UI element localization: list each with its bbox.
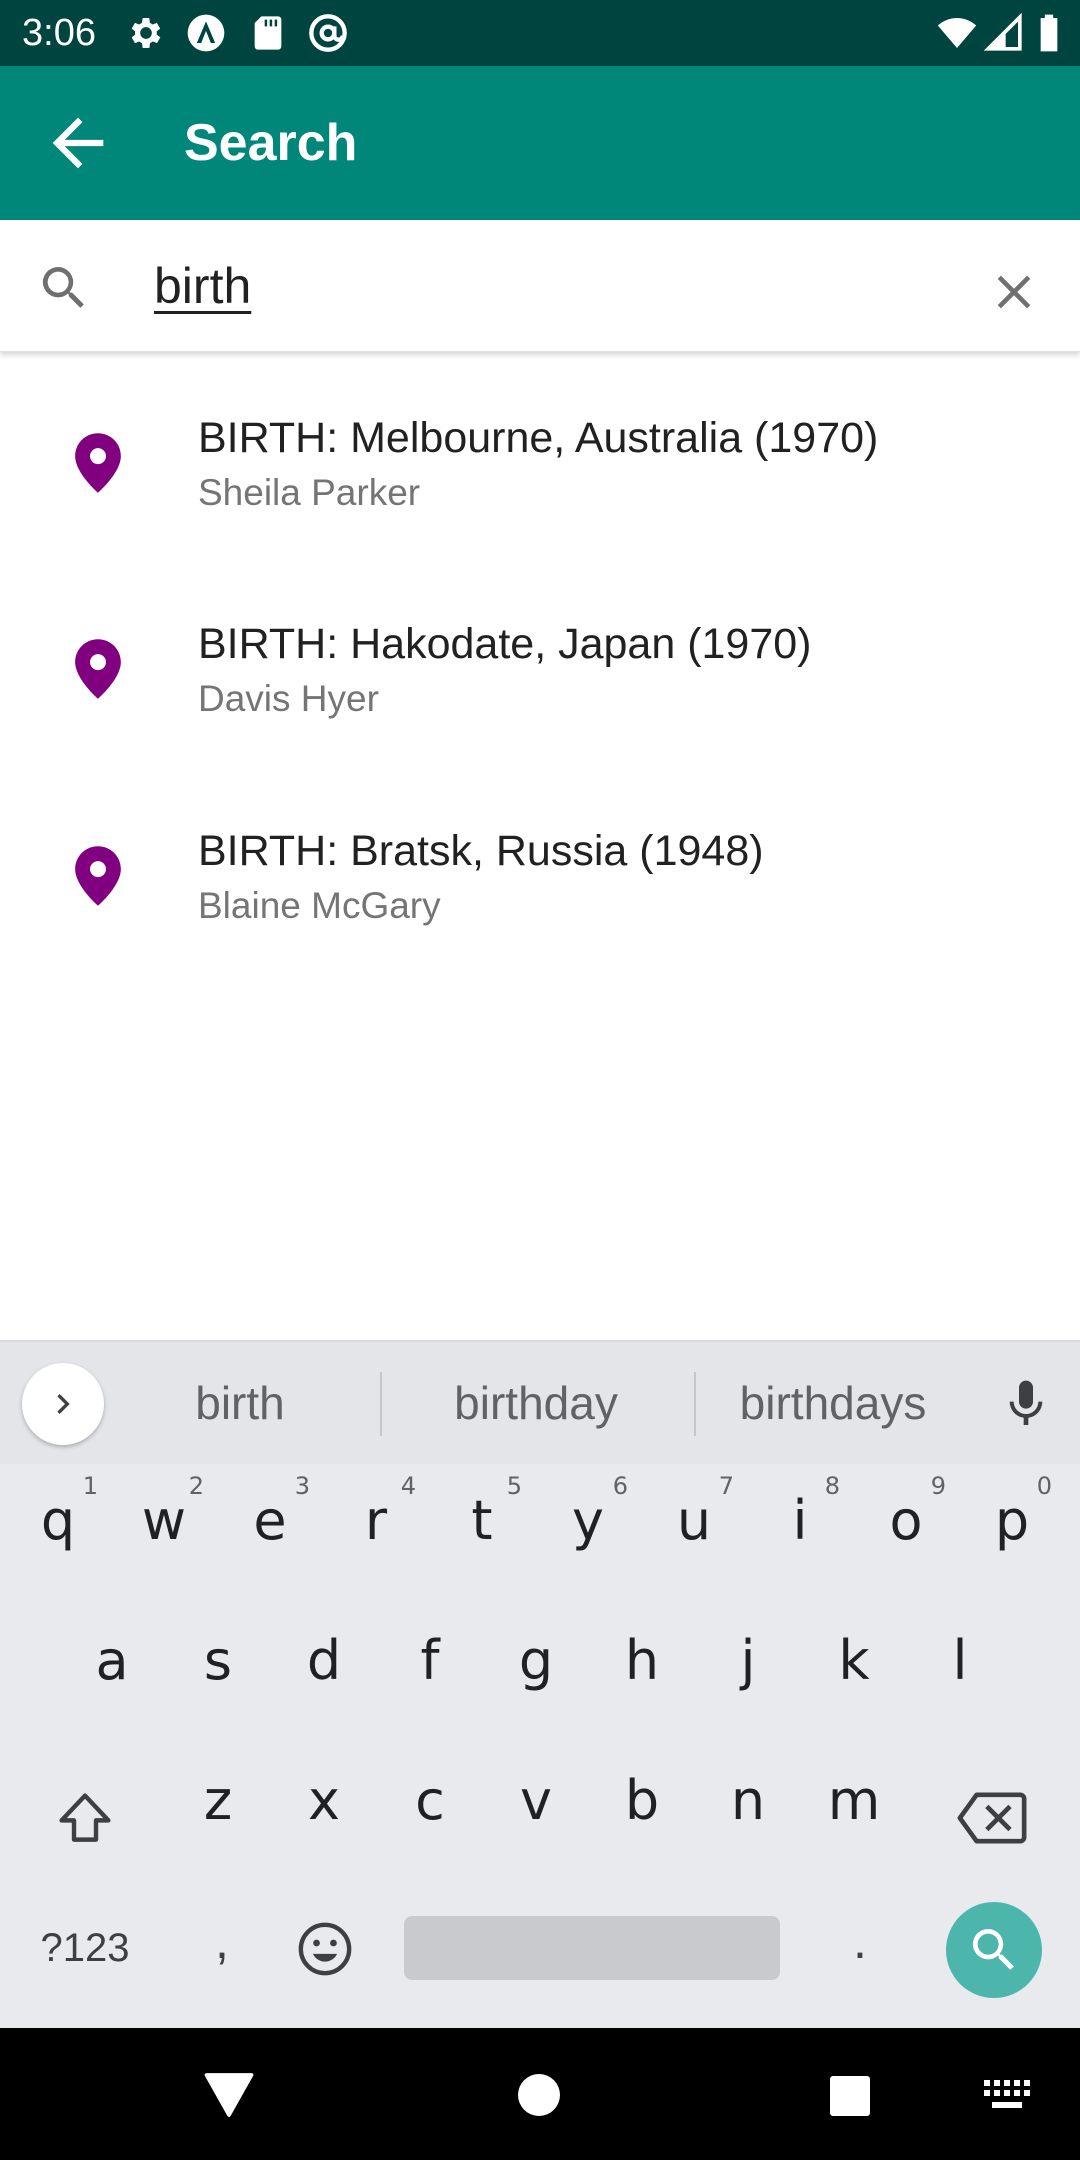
- a-logo-icon: [186, 13, 226, 53]
- emoji-key[interactable]: [296, 1920, 354, 1978]
- microphone-icon: [1009, 1380, 1043, 1425]
- at-sign-icon: [308, 13, 348, 53]
- wifi-icon: [934, 13, 980, 53]
- shift-key[interactable]: [52, 1786, 118, 1852]
- search-result-item[interactable]: BIRTH: Melbourne, Australia (1970) Sheil…: [0, 370, 1080, 576]
- key-b[interactable]: b: [592, 1742, 692, 1862]
- keyboard-switch-icon[interactable]: [984, 2080, 1030, 2112]
- page-title: Search: [184, 114, 358, 172]
- location-pin-icon: [70, 844, 126, 908]
- key-m[interactable]: m: [804, 1742, 904, 1862]
- key-y[interactable]: y6: [538, 1462, 638, 1582]
- suggestion-2[interactable]: birthday: [420, 1372, 652, 1434]
- back-button[interactable]: [40, 105, 116, 181]
- key-u[interactable]: u7: [644, 1462, 744, 1582]
- search-icon: [36, 260, 92, 316]
- key-t[interactable]: t5: [432, 1462, 532, 1582]
- voice-input-button[interactable]: [998, 1374, 1054, 1434]
- key-x[interactable]: x: [274, 1742, 374, 1862]
- search-input[interactable]: birth: [154, 255, 251, 317]
- shift-icon: [59, 1793, 111, 1842]
- search-action-key[interactable]: [946, 1902, 1042, 1998]
- key-e[interactable]: e3: [220, 1462, 320, 1582]
- key-w[interactable]: w2: [114, 1462, 214, 1582]
- backspace-key[interactable]: [956, 1788, 1028, 1848]
- app-bar: Search: [0, 66, 1080, 220]
- backspace-icon: [957, 1792, 1027, 1844]
- key-z[interactable]: z: [168, 1742, 268, 1862]
- key-v[interactable]: v: [486, 1742, 586, 1862]
- nav-home-icon[interactable]: [518, 2074, 560, 2116]
- key-h[interactable]: h: [592, 1602, 692, 1722]
- result-title: BIRTH: Hakodate, Japan (1970): [198, 620, 812, 668]
- key-i[interactable]: i8: [750, 1462, 850, 1582]
- suggestion-3[interactable]: birthdays: [718, 1372, 948, 1434]
- sd-card-icon: [248, 13, 288, 53]
- suggestion-divider: [694, 1372, 696, 1436]
- suggestion-divider: [380, 1372, 382, 1436]
- key-a[interactable]: a: [62, 1602, 162, 1722]
- arrow-back-icon: [52, 117, 104, 169]
- search-icon: [972, 1929, 1014, 1970]
- key-d[interactable]: d: [274, 1602, 374, 1722]
- nav-back-icon[interactable]: [204, 2072, 254, 2118]
- key-p[interactable]: p0: [962, 1462, 1062, 1582]
- suggestion-1[interactable]: birth: [150, 1372, 330, 1434]
- key-k[interactable]: k: [804, 1602, 904, 1722]
- key-n[interactable]: n: [698, 1742, 798, 1862]
- key-r[interactable]: r4: [326, 1462, 426, 1582]
- result-subtitle: Davis Hyer: [198, 678, 379, 719]
- key-j[interactable]: j: [698, 1602, 798, 1722]
- location-pin-icon: [70, 431, 126, 495]
- symbols-key[interactable]: ?123: [30, 1918, 140, 1978]
- expand-toolbar-button[interactable]: [22, 1363, 104, 1445]
- status-time: 3:06: [22, 12, 96, 54]
- key-f[interactable]: f: [380, 1602, 480, 1722]
- result-title: BIRTH: Melbourne, Australia (1970): [198, 414, 879, 462]
- clear-search-button[interactable]: [986, 264, 1042, 320]
- nav-recents-icon[interactable]: [830, 2076, 870, 2116]
- key-o[interactable]: o9: [856, 1462, 956, 1582]
- suggestion-strip: birth birthday birthdays: [0, 1340, 1080, 1464]
- soft-keyboard: birth birthday birthdays q1 w2 e3 r4 t5 …: [0, 1340, 1080, 2028]
- signal-icon: [984, 13, 1024, 53]
- search-bar: birth: [0, 220, 1080, 352]
- result-subtitle: Sheila Parker: [198, 472, 421, 513]
- close-icon: [997, 275, 1031, 309]
- navigation-bar: [0, 2028, 1080, 2160]
- chevron-right-icon: [57, 1394, 70, 1414]
- space-key[interactable]: [404, 1916, 780, 1980]
- comma-key[interactable]: ,: [192, 1906, 252, 1976]
- result-title: BIRTH: Bratsk, Russia (1948): [198, 827, 764, 875]
- key-s[interactable]: s: [168, 1602, 268, 1722]
- emoji-icon: [298, 1922, 352, 1976]
- result-subtitle: Blaine McGary: [198, 885, 441, 926]
- search-result-item[interactable]: BIRTH: Bratsk, Russia (1948) Blaine McGa…: [0, 783, 1080, 989]
- battery-icon: [1034, 13, 1064, 53]
- key-q[interactable]: q1: [8, 1462, 108, 1582]
- key-l[interactable]: l: [910, 1602, 1010, 1722]
- search-result-item[interactable]: BIRTH: Hakodate, Japan (1970) Davis Hyer: [0, 576, 1080, 782]
- period-key[interactable]: .: [830, 1906, 890, 1976]
- key-c[interactable]: c: [380, 1742, 480, 1862]
- status-bar: 3:06: [0, 0, 1080, 66]
- settings-icon: [126, 13, 166, 53]
- key-g[interactable]: g: [486, 1602, 586, 1722]
- location-pin-icon: [70, 637, 126, 701]
